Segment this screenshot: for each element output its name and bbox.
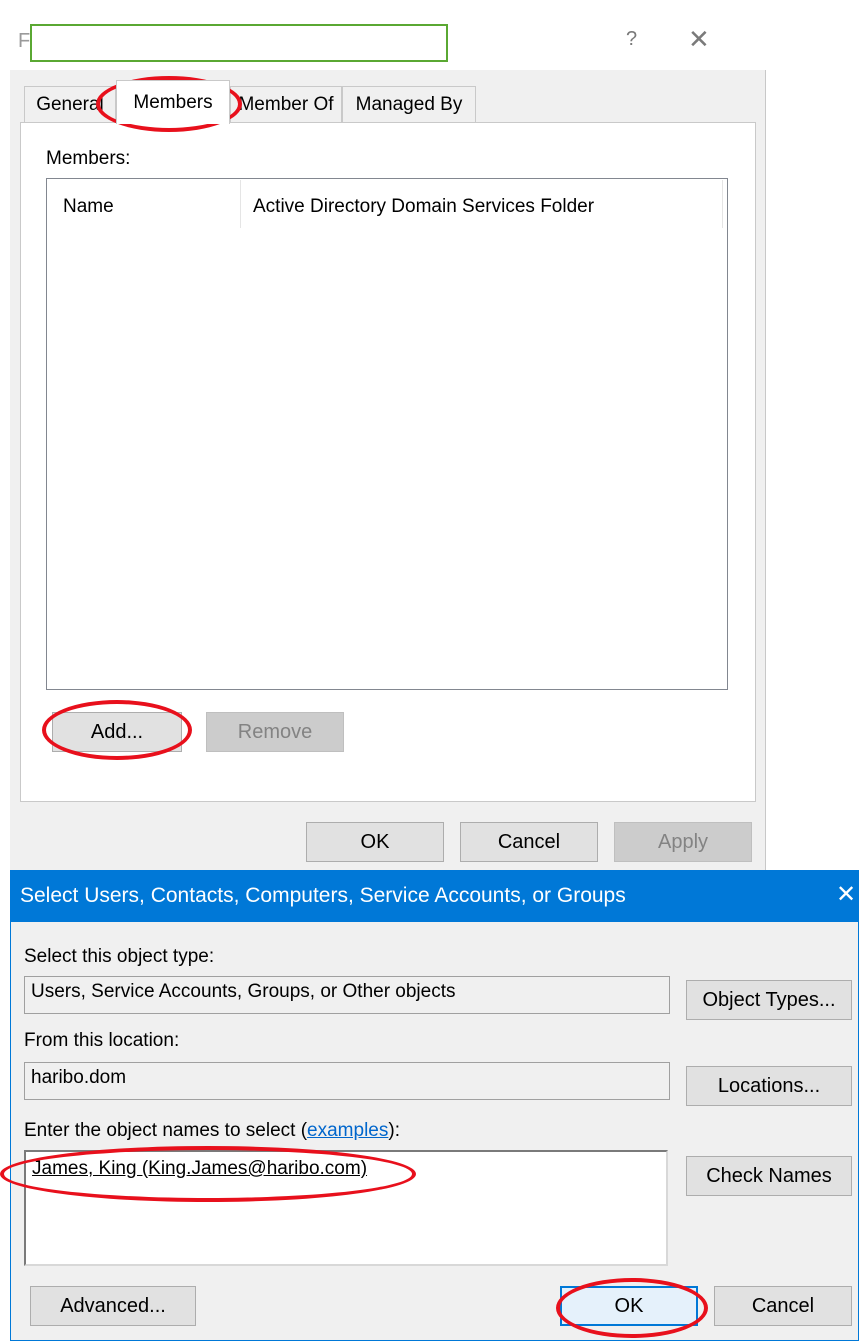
select-ok-label: OK [614,1294,644,1317]
enter-names-label: Enter the object names to select (exampl… [24,1120,400,1142]
advanced-button[interactable]: Advanced... [30,1286,196,1326]
select-dialog-title: Select Users, Contacts, Computers, Servi… [20,884,626,907]
properties-apply-label: Apply [657,830,709,853]
column-header-name[interactable]: Name [47,180,241,228]
tab-general[interactable]: General [24,86,116,122]
add-member-label: Add... [90,720,144,743]
close-icon[interactable]: ✕ [688,24,710,55]
location-label: From this location: [24,1030,180,1051]
tab-members-label: Members [133,91,213,113]
locations-button[interactable]: Locations... [686,1066,852,1106]
advanced-label: Advanced... [60,1294,166,1317]
tab-general-label: General [36,93,104,115]
properties-ok-button[interactable]: OK [306,822,444,862]
locations-label: Locations... [717,1074,821,1097]
column-header-name-label: Name [63,196,114,217]
members-list[interactable] [46,178,728,690]
properties-apply-button[interactable]: Apply [614,822,752,862]
select-ok-button[interactable]: OK [560,1286,698,1326]
check-names-button[interactable]: Check Names [686,1156,852,1196]
examples-link[interactable]: examples [307,1120,388,1141]
tab-managed-by-label: Managed By [355,93,463,115]
properties-title-initial: F [18,30,31,52]
object-types-label: Object Types... [702,988,836,1011]
remove-member-button[interactable]: Remove [206,712,344,752]
object-names-textarea[interactable]: James, King (King.James@haribo.com) [24,1150,668,1266]
check-names-label: Check Names [706,1164,832,1187]
select-cancel-label: Cancel [751,1294,815,1317]
enter-names-end: ): [388,1120,400,1141]
help-icon[interactable]: ? [626,28,637,51]
members-label: Members: [46,148,131,169]
object-names-value: James, King (King.James@haribo.com) [32,1158,368,1179]
object-type-field: Users, Service Accounts, Groups, or Othe… [24,976,670,1014]
properties-cancel-label: Cancel [497,830,561,853]
tab-managed-by[interactable]: Managed By [342,86,476,122]
object-types-button[interactable]: Object Types... [686,980,852,1020]
properties-ok-label: OK [360,830,390,853]
remove-member-label: Remove [237,720,313,743]
tab-member-of[interactable]: Member Of [230,86,342,122]
tab-member-of-label: Member Of [238,93,334,115]
object-type-label: Select this object type: [24,946,215,967]
redacted-title-box [30,24,448,62]
column-header-folder-label: Active Directory Domain Services Folder [253,196,595,217]
select-cancel-button[interactable]: Cancel [714,1286,852,1326]
column-header-folder[interactable]: Active Directory Domain Services Folder [241,180,723,228]
enter-names-text: Enter the object names to select ( [24,1120,308,1141]
properties-cancel-button[interactable]: Cancel [460,822,598,862]
add-member-button[interactable]: Add... [52,712,182,752]
location-field: haribo.dom [24,1062,670,1100]
select-dialog-close-icon[interactable]: ✕ [836,880,856,909]
tab-members[interactable]: Members [116,80,230,124]
